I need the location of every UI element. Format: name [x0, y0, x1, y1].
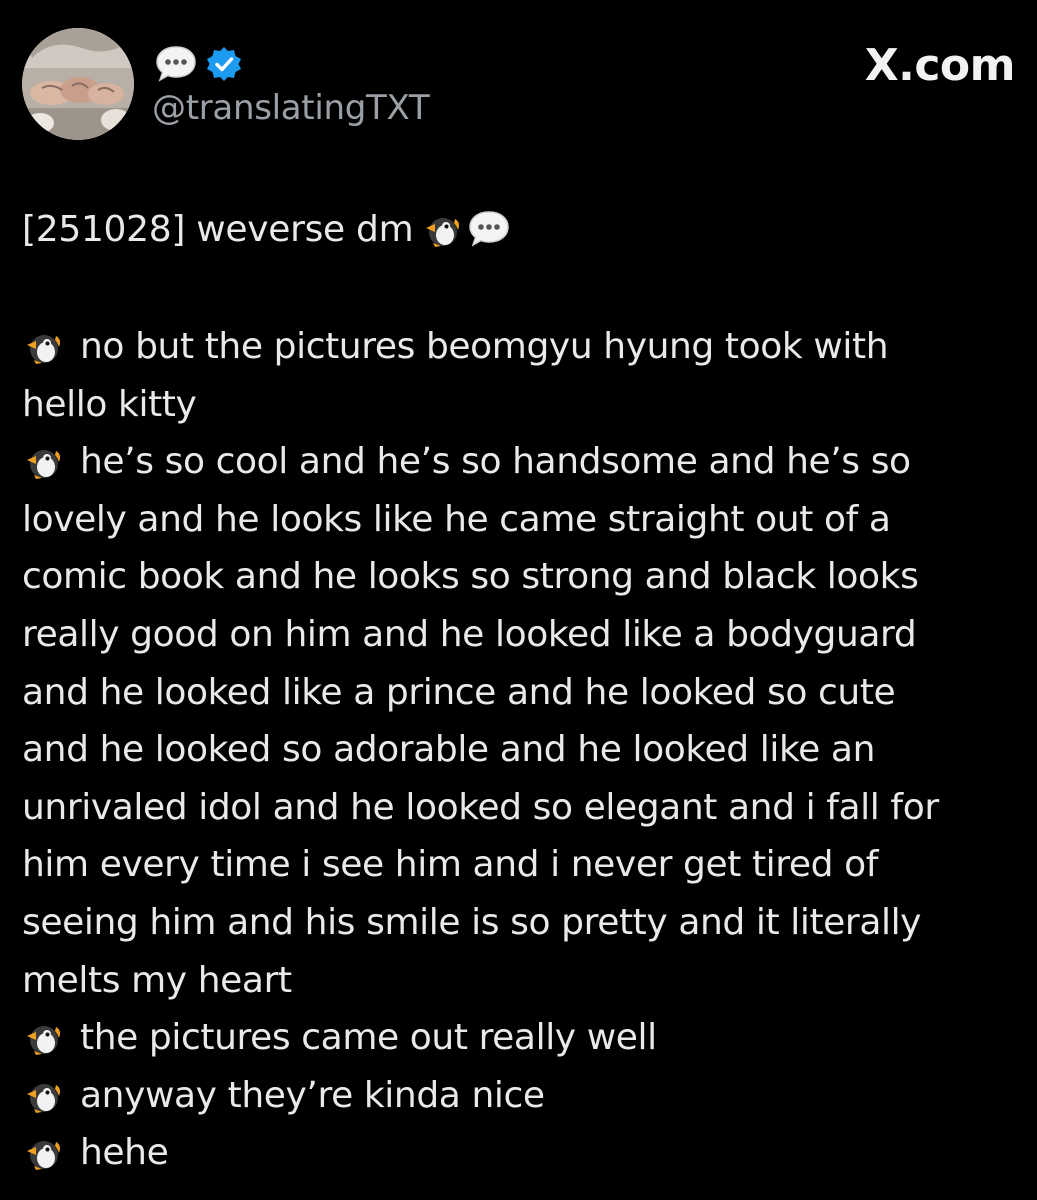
profile-avatar[interactable]: [22, 28, 134, 140]
user-handle[interactable]: @translatingTXT: [152, 88, 430, 128]
tweet-line-text: him every time i see him and i never get…: [22, 844, 879, 886]
tweet-body: no but the pictures beomgyu hyung took w…: [22, 318, 1012, 1182]
tweet-title: [251028] weverse dm: [22, 204, 511, 264]
tweet-line: he’s so cool and he’s so handsome and he…: [22, 433, 1012, 491]
tweet-line: and he looked so adorable and he looked …: [22, 721, 1012, 779]
tweet-line-text: melts my heart: [22, 959, 292, 1001]
tweet-line: comic book and he looks so strong and bl…: [22, 548, 1012, 606]
tweet-line: seeing him and his smile is so pretty an…: [22, 894, 1012, 952]
speech-bubble-icon: [467, 209, 511, 264]
tweet-line-text: anyway they’re kinda nice: [80, 1074, 545, 1116]
penguin-icon: [22, 439, 64, 497]
penguin-icon: [421, 210, 463, 262]
tweet-line: hello kitty: [22, 376, 1012, 434]
site-logo: X.com: [864, 40, 1016, 91]
display-name-row[interactable]: [154, 44, 242, 88]
penguin-icon: [22, 1015, 64, 1073]
tweet-line: him every time i see him and i never get…: [22, 836, 1012, 894]
tweet-line-text: really good on him and he looked like a …: [22, 613, 917, 655]
tweet-line: really good on him and he looked like a …: [22, 606, 1012, 664]
tweet-line: and he looked like a prince and he looke…: [22, 664, 1012, 722]
tweet-line: melts my heart: [22, 952, 1012, 1010]
tweet-line-text: unrivaled idol and he looked so elegant …: [22, 786, 939, 828]
tweet-header: @translatingTXT X.com: [22, 28, 1016, 146]
penguin-icon: [22, 1130, 64, 1188]
tweet-line-text: hehe: [80, 1132, 169, 1174]
tweet-line: lovely and he looks like he came straigh…: [22, 491, 1012, 549]
tweet-line-text: comic book and he looks so strong and bl…: [22, 556, 919, 598]
tweet-line: anyway they’re kinda nice: [22, 1067, 1012, 1125]
tweet-line-text: and he looked so adorable and he looked …: [22, 729, 875, 771]
tweet-line-text: he’s so cool and he’s so handsome and he…: [80, 441, 911, 483]
penguin-icon: [22, 1073, 64, 1131]
tweet-line-text: the pictures came out really well: [80, 1017, 657, 1059]
tweet-line-text: and he looked like a prince and he looke…: [22, 671, 896, 713]
tweet-line: unrivaled idol and he looked so elegant …: [22, 779, 1012, 837]
tweet-line-text: no but the pictures beomgyu hyung took w…: [80, 326, 889, 367]
tweet-line-text: hello kitty: [22, 383, 197, 425]
tweet-line-text: lovely and he looks like he came straigh…: [22, 498, 891, 540]
tweet-line: no but the pictures beomgyu hyung took w…: [22, 318, 1012, 376]
tweet-line: the pictures came out really well: [22, 1009, 1012, 1067]
tweet-line-text: seeing him and his smile is so pretty an…: [22, 901, 922, 943]
speech-bubble-icon: [154, 44, 198, 88]
tweet-title-text: [251028] weverse dm: [22, 209, 414, 250]
penguin-icon: [22, 324, 64, 382]
tweet-line: hehe: [22, 1124, 1012, 1182]
verified-badge-icon: [206, 46, 242, 86]
